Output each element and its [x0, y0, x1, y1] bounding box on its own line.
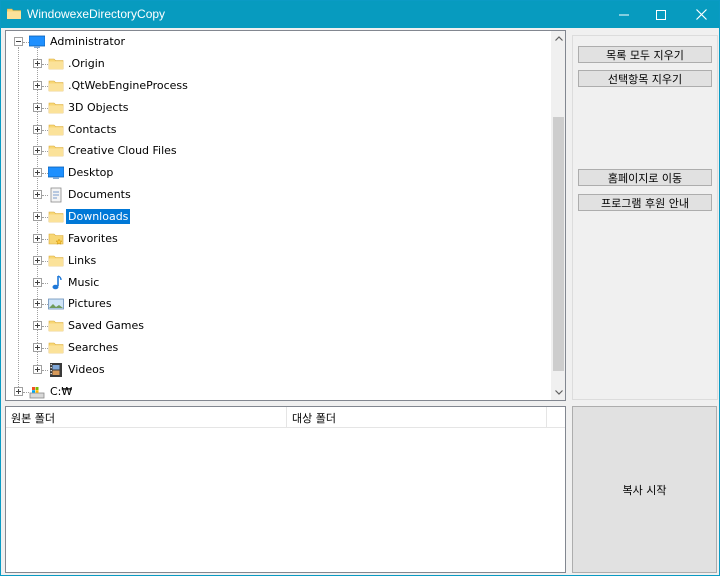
- music-note-icon: [52, 275, 62, 290]
- expand-toggle[interactable]: [14, 387, 23, 396]
- start-copy-button[interactable]: 복사 시작: [572, 406, 717, 573]
- folder-icon: [48, 58, 64, 70]
- close-button[interactable]: [684, 1, 718, 28]
- copy-list[interactable]: 원본 폴더 대상 폴더: [5, 406, 566, 573]
- clear-selected-button[interactable]: 선택항목 지우기: [578, 70, 712, 87]
- column-header-source[interactable]: 원본 폴더: [6, 407, 287, 428]
- tree-scrollbar[interactable]: [551, 31, 565, 400]
- folder-icon: [48, 80, 64, 92]
- tree-node-label: Videos: [68, 363, 105, 376]
- tree-node-label: .QtWebEngineProcess: [68, 79, 188, 92]
- desktop-blue-icon: [48, 166, 64, 179]
- minimize-icon: [619, 14, 629, 15]
- expand-toggle[interactable]: [33, 365, 42, 374]
- tree-node-label: Links: [68, 254, 97, 267]
- tree-node-label: Saved Games: [68, 319, 144, 332]
- tree-node-label: .Origin: [68, 57, 105, 70]
- desktop-blue-icon: [29, 35, 45, 48]
- action-panel: 목록 모두 지우기 선택항목 지우기 홈페이지로 이동 프로그램 후원 안내: [572, 35, 718, 400]
- folder-tree[interactable]: Administrator .Origin .QtWebEngineProcess…: [5, 30, 566, 401]
- folder-icon: [48, 320, 64, 332]
- clear-all-button[interactable]: 목록 모두 지우기: [578, 46, 712, 63]
- expand-toggle[interactable]: [33, 234, 42, 243]
- minimize-button[interactable]: [607, 1, 641, 28]
- title-bar[interactable]: WindowexeDirectoryCopy: [1, 1, 719, 28]
- close-icon: [695, 9, 707, 20]
- expand-toggle[interactable]: [33, 146, 42, 155]
- tree-node-label: Searches: [68, 341, 119, 354]
- maximize-button[interactable]: [644, 1, 678, 28]
- tree-node-label: Desktop: [68, 166, 114, 179]
- expand-toggle[interactable]: [33, 190, 42, 199]
- expand-toggle[interactable]: [33, 103, 42, 112]
- drive-icon: [29, 387, 45, 399]
- tree-node-label: Music: [68, 276, 100, 289]
- tree-node-label: 3D Objects: [68, 101, 129, 114]
- expand-toggle[interactable]: [33, 168, 42, 177]
- tree-guide-line: [18, 47, 19, 393]
- maximize-icon: [656, 9, 666, 20]
- expand-toggle[interactable]: [33, 343, 42, 352]
- expand-toggle[interactable]: [33, 278, 42, 287]
- folder-icon: [48, 102, 64, 114]
- scroll-up-button[interactable]: [551, 31, 565, 46]
- expand-toggle[interactable]: [33, 256, 42, 265]
- pictures-icon: [48, 298, 64, 310]
- app-window: WindowexeDirectoryCopy Administrator .Or…: [0, 0, 720, 576]
- chevron-up-icon: [554, 36, 563, 41]
- expand-toggle[interactable]: [33, 299, 42, 308]
- homepage-button[interactable]: 홈페이지로 이동: [578, 169, 712, 186]
- tree-node-label: Creative Cloud Files: [68, 144, 177, 157]
- chevron-down-icon: [554, 390, 563, 395]
- column-header-target[interactable]: 대상 폴더: [287, 407, 547, 428]
- folder-icon: [48, 124, 64, 136]
- window-title: WindowexeDirectoryCopy: [27, 7, 166, 21]
- tree-node-label: Downloads: [66, 209, 131, 224]
- sponsor-button[interactable]: 프로그램 후원 안내: [578, 194, 712, 211]
- folder-icon: [48, 255, 64, 267]
- tree-node-label: Documents: [68, 188, 131, 201]
- expand-toggle[interactable]: [33, 212, 42, 221]
- expand-toggle[interactable]: [33, 59, 42, 68]
- documents-icon: [50, 187, 62, 203]
- collapse-toggle[interactable]: [14, 37, 23, 46]
- tree-node-label: C:₩: [50, 385, 73, 398]
- tree-node-label: Pictures: [68, 297, 112, 310]
- scroll-thumb[interactable]: [553, 117, 564, 371]
- folder-icon: [48, 145, 64, 157]
- favorites-folder-icon: [48, 233, 64, 245]
- folder-icon: [48, 211, 64, 223]
- expand-toggle[interactable]: [33, 81, 42, 90]
- expand-toggle[interactable]: [33, 125, 42, 134]
- scroll-down-button[interactable]: [551, 385, 565, 400]
- folder-icon: [48, 342, 64, 354]
- tree-node-label: Favorites: [68, 232, 118, 245]
- folder-icon: [7, 8, 21, 19]
- tree-node-label: Contacts: [68, 123, 117, 136]
- tree-node-label: Administrator: [50, 35, 125, 48]
- videos-icon: [50, 363, 62, 377]
- expand-toggle[interactable]: [33, 321, 42, 330]
- list-header: 원본 폴더 대상 폴더: [6, 407, 565, 428]
